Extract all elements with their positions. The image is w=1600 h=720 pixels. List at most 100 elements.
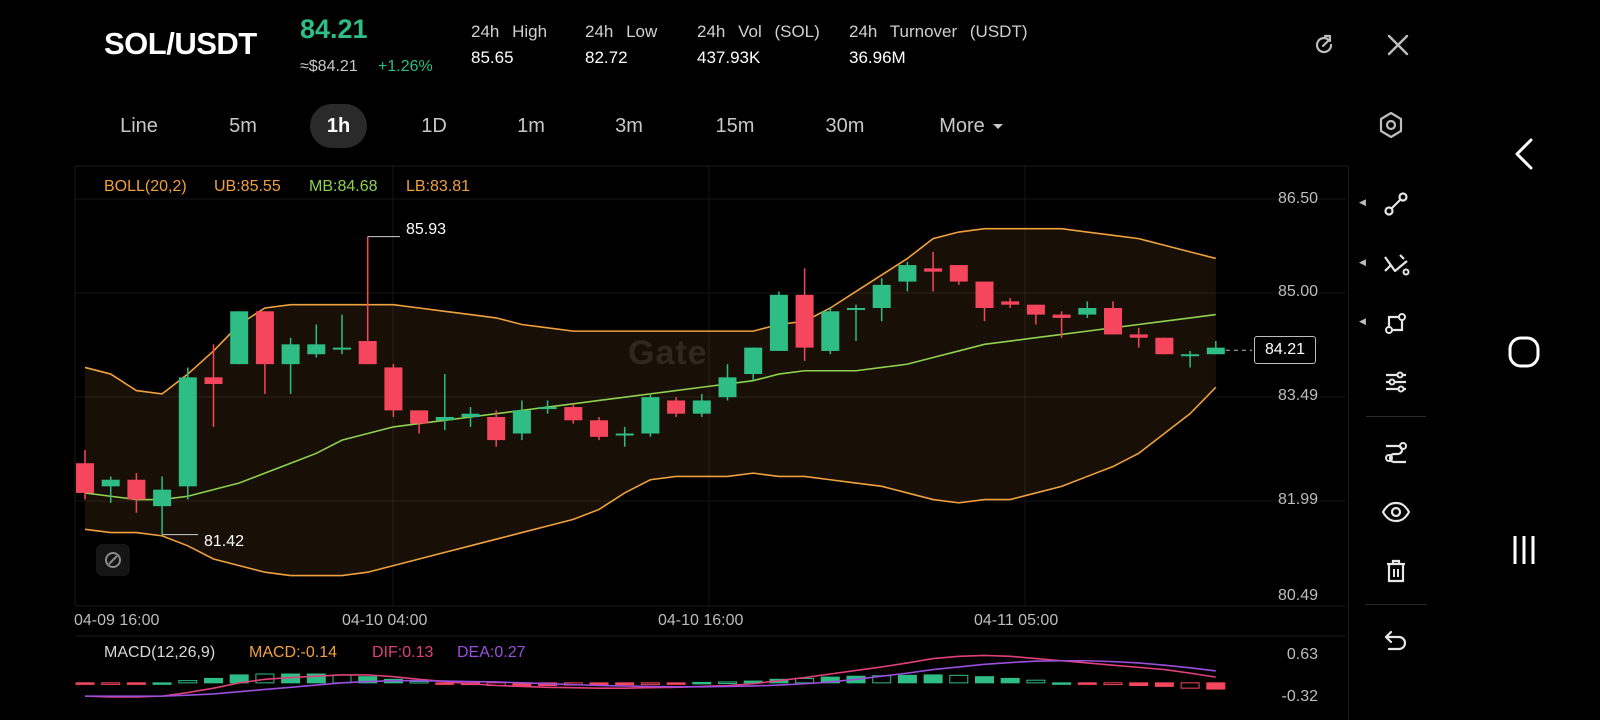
boll-mid-legend: MB:84.68 <box>309 178 378 195</box>
candle-body <box>204 377 223 384</box>
candle-body <box>101 479 120 487</box>
caret-left-icon: ◀ <box>1359 316 1366 326</box>
candle-body <box>127 479 146 500</box>
macd-y-tick: 0.63 <box>1286 646 1318 663</box>
macd-histogram-bar <box>718 681 737 684</box>
low-marker-label: 81.42 <box>204 533 245 550</box>
candle-body <box>153 489 172 507</box>
macd-histogram-bar <box>1000 677 1020 684</box>
candle-body <box>1155 337 1174 355</box>
macd-histogram-bar <box>615 682 635 686</box>
candle-body <box>281 344 300 365</box>
y-tick: 81.99 <box>1277 491 1318 508</box>
candle-body <box>641 397 660 434</box>
x-tick: 04-10 16:00 <box>658 612 744 629</box>
trash-icon[interactable] <box>1376 551 1416 591</box>
cross-line-icon[interactable] <box>1376 244 1416 284</box>
macd-histogram-bar <box>1206 682 1226 690</box>
boll-legend: BOLL(20,2) <box>104 178 187 195</box>
candle-body <box>949 265 968 282</box>
candle-body <box>872 284 891 308</box>
macd-histogram-bar <box>152 682 172 685</box>
candle-body <box>512 410 531 434</box>
macd-histogram-bar <box>178 680 198 684</box>
x-tick: 04-10 04:00 <box>342 612 428 629</box>
watermark: Gate <box>628 334 708 372</box>
macd-histogram-bar <box>1103 682 1123 686</box>
candle-body <box>769 294 788 351</box>
macd-histogram-bar <box>1077 682 1097 685</box>
macd-value-legend: MACD:-0.14 <box>249 644 338 661</box>
macd-histogram-bar <box>409 681 429 684</box>
candle-body <box>384 367 403 411</box>
shape-icon[interactable] <box>1376 303 1416 343</box>
macd-histogram-bar <box>1052 682 1072 685</box>
home-icon[interactable] <box>1504 332 1544 372</box>
back-icon[interactable] <box>1504 134 1544 174</box>
candle-body <box>667 400 686 414</box>
candle-body <box>307 344 326 355</box>
candle-body <box>744 347 763 375</box>
undo-icon[interactable] <box>1376 620 1416 660</box>
candle-body <box>255 311 274 365</box>
candle-body <box>1001 301 1020 305</box>
macd-histogram-bar <box>126 682 146 685</box>
candle-body <box>76 463 94 493</box>
toolbar-divider <box>1366 604 1426 605</box>
y-tick: 86.50 <box>1277 190 1318 207</box>
macd-dea-line <box>85 659 1216 697</box>
visibility-icon[interactable] <box>1376 492 1416 532</box>
macd-dea-legend: DEA:0.27 <box>457 644 526 661</box>
recents-icon[interactable] <box>1504 530 1544 570</box>
macd-histogram-bar <box>75 682 95 685</box>
macd-histogram-bar <box>1154 682 1174 687</box>
candle-body <box>538 407 557 410</box>
candle-body <box>821 311 840 351</box>
macd-histogram-bar <box>1180 682 1200 689</box>
last-price-tag: 84.21 <box>1254 336 1316 364</box>
candle-body <box>410 410 429 424</box>
adjust-icon[interactable] <box>1376 362 1416 402</box>
candle-body <box>1206 347 1225 355</box>
close-icon[interactable] <box>1383 30 1413 60</box>
x-tick: 04-11 05:00 <box>974 612 1059 629</box>
candle-body <box>178 377 197 487</box>
boll-upper-legend: UB:85.55 <box>214 178 281 195</box>
gear-icon[interactable] <box>1376 110 1406 140</box>
candle-body <box>1052 314 1071 318</box>
macd-histogram-bar <box>435 682 455 685</box>
candle-body <box>898 265 917 282</box>
macd-y-tick: -0.32 <box>1281 688 1318 705</box>
macd-histogram-bar <box>975 676 994 684</box>
candle-body <box>1078 307 1097 315</box>
y-tick: 83.49 <box>1277 387 1318 404</box>
indicator-icon[interactable] <box>1376 432 1416 472</box>
candle-body <box>461 413 480 417</box>
candle-body <box>435 416 454 421</box>
macd-histogram-bar <box>897 674 917 684</box>
toolbar-divider <box>1366 416 1426 417</box>
macd-histogram-bar <box>1026 679 1046 684</box>
y-tick: 85.00 <box>1277 283 1318 300</box>
macd-legend: MACD(12,26,9) <box>104 644 216 661</box>
candle-body <box>975 281 994 308</box>
trend-line-icon[interactable] <box>1376 184 1416 224</box>
macd-dif-legend: DIF:0.13 <box>372 644 434 661</box>
candle-body <box>1104 307 1122 335</box>
candle-body <box>924 268 943 272</box>
candle-body <box>1129 334 1148 338</box>
caret-left-icon: ◀ <box>1359 197 1366 207</box>
candle-body <box>358 341 377 365</box>
candle-body <box>590 420 608 437</box>
macd-histogram-bar <box>692 681 712 685</box>
candle-body <box>847 307 865 310</box>
candle-body <box>795 294 814 348</box>
candle-body <box>487 416 506 441</box>
candle-body <box>564 407 583 421</box>
macd-histogram-bar <box>101 682 121 685</box>
macd-histogram-bar <box>332 674 352 684</box>
boll-lower-legend: LB:83.81 <box>406 178 471 195</box>
chart-mode-icon[interactable] <box>96 544 130 576</box>
y-tick: 80.49 <box>1277 587 1318 604</box>
candle-body <box>692 400 711 414</box>
